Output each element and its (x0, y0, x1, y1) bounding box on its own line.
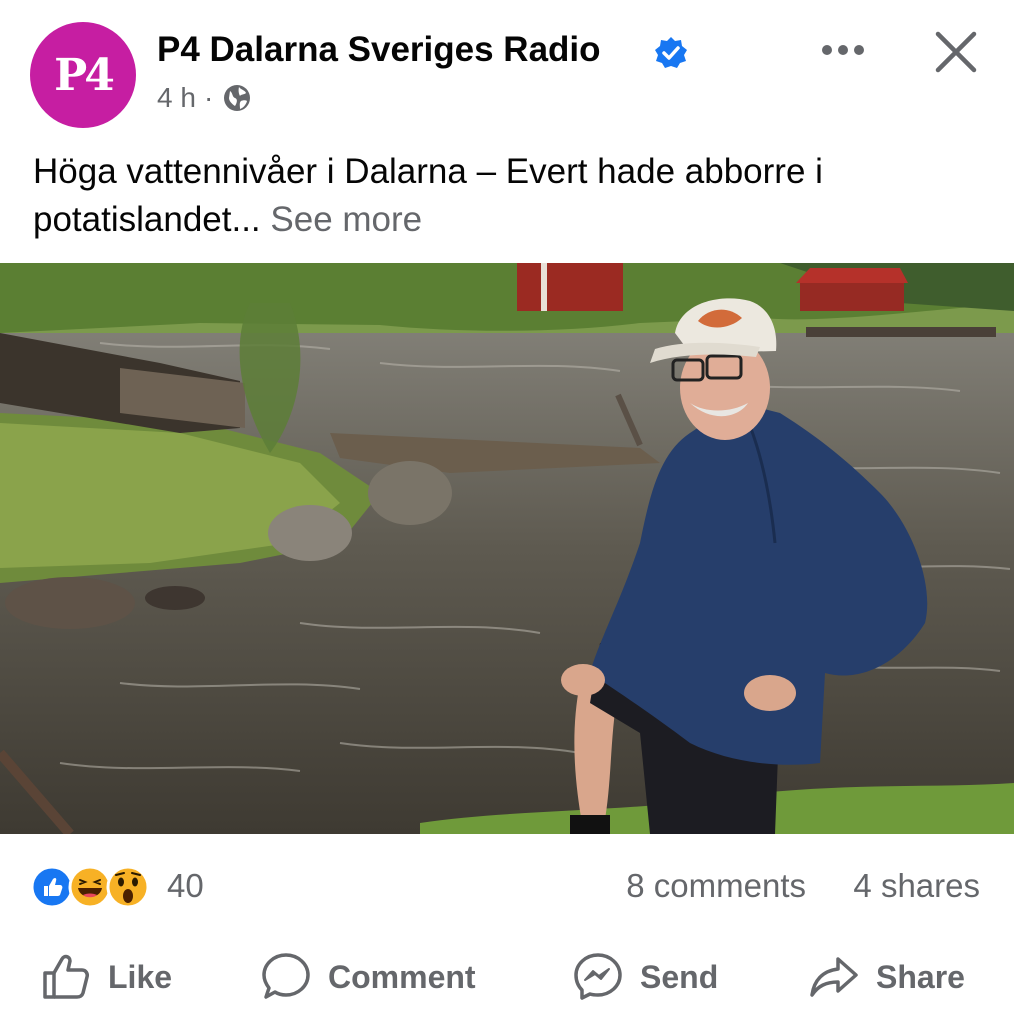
page-name[interactable]: P4 Dalarna Sveriges Radio (157, 30, 601, 70)
close-icon[interactable] (930, 26, 982, 78)
thumbs-up-icon (43, 954, 89, 999)
share-arrow-icon (810, 957, 858, 997)
like-label: Like (108, 958, 173, 995)
more-dots-icon (822, 45, 864, 55)
see-more-link[interactable]: See more (270, 200, 422, 239)
reaction-icons[interactable] (30, 865, 160, 909)
like-reaction-icon (30, 865, 74, 909)
comment-bubble-icon (262, 953, 310, 999)
share-label: Share (876, 958, 965, 995)
more-options-button[interactable] (818, 30, 868, 70)
send-label: Send (640, 958, 719, 995)
reaction-count[interactable]: 40 (167, 867, 204, 905)
messenger-icon (574, 953, 622, 1000)
like-button[interactable]: Like (40, 940, 172, 1014)
post-photo[interactable] (0, 263, 1014, 834)
send-button[interactable]: Send (572, 940, 718, 1014)
haha-reaction-icon (68, 865, 112, 909)
post-meta: 4 h · (157, 82, 253, 114)
post-header: P4 P4 Dalarna Sveriges Radio 4 h · (0, 0, 1014, 140)
comment-label: Comment (328, 958, 476, 995)
wow-reaction-icon (106, 865, 150, 909)
meta-separator: · (203, 82, 214, 113)
post-body: Höga vattennivåer i Dalarna – Evert hade… (33, 152, 823, 239)
comments-count[interactable]: 8 comments (626, 867, 806, 905)
shares-count[interactable]: 4 shares (853, 867, 980, 905)
verified-badge-icon (655, 37, 687, 68)
avatar-logo-text: P4 (54, 49, 115, 101)
globe-icon (224, 85, 251, 111)
photo-illustration (0, 263, 1014, 834)
page-avatar[interactable]: P4 (30, 22, 136, 128)
post-time[interactable]: 4 h (157, 82, 196, 114)
reactions-bar: 40 8 comments 4 shares (0, 855, 1014, 915)
share-button[interactable]: Share (808, 940, 965, 1014)
comment-button[interactable]: Comment (260, 940, 476, 1014)
action-bar: Like Comment Send Share (0, 940, 1014, 1014)
post-text: Höga vattennivåer i Dalarna – Evert hade… (33, 148, 983, 244)
